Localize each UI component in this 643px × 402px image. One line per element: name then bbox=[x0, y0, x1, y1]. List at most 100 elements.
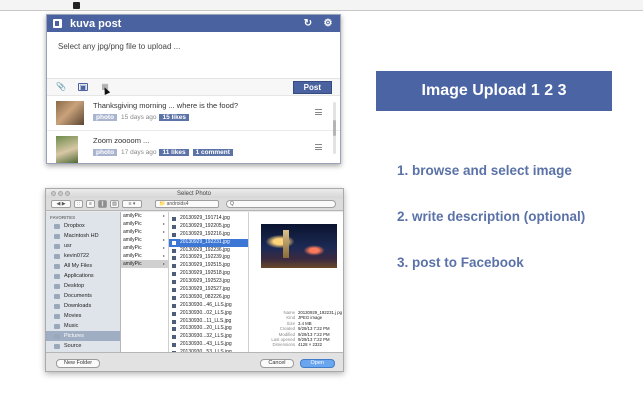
file-name: 20130930...43_LLS.jpg bbox=[180, 341, 232, 348]
folder-entry[interactable]: amilyPic bbox=[121, 244, 168, 252]
sidebar-item[interactable]: Pictures bbox=[46, 331, 120, 341]
details-icon[interactable] bbox=[315, 109, 322, 115]
image-file-icon bbox=[172, 224, 176, 229]
file-name: 20130929_192231.jpg bbox=[180, 238, 230, 245]
coverflow-view-button[interactable]: ▧ bbox=[110, 200, 119, 208]
sidebar-item[interactable]: usr bbox=[46, 241, 120, 251]
kuva-popup: kuva post ↻ ⚙ Select any jpg/png file to… bbox=[46, 14, 341, 164]
file-entry[interactable]: 20130930...11_LLS.jpg bbox=[169, 318, 248, 326]
new-folder-button[interactable]: New Folder bbox=[56, 358, 101, 368]
file-name: 20130929_192239.jpg bbox=[180, 254, 230, 261]
sidebar-item[interactable]: Source bbox=[46, 341, 120, 351]
file-entry[interactable]: 20130929_192239.jpg bbox=[169, 254, 248, 262]
arrange-button[interactable]: ≡ ▾ bbox=[122, 200, 142, 208]
file-name: 20130929_192515.jpg bbox=[180, 262, 230, 269]
details-icon[interactable] bbox=[315, 144, 322, 150]
folder-entry[interactable]: amilyPic bbox=[121, 212, 168, 220]
column-parent: amilyPicamilyPicamilyPicamilyPicamilyPic… bbox=[121, 212, 169, 352]
favorites-header: FAVORITES bbox=[50, 215, 76, 220]
file-column: 20130929_191714.jpg 20130929_192205.jpg 20… bbox=[169, 212, 249, 352]
file-name: 20130929_192216.jpg bbox=[180, 230, 230, 237]
file-entry[interactable]: 20130929_191714.jpg bbox=[169, 215, 248, 223]
column-view-button[interactable]: ∥ bbox=[98, 200, 107, 208]
sidebar-item-label: Music bbox=[64, 323, 79, 329]
sidebar-item[interactable]: Movies bbox=[46, 311, 120, 321]
sidebar-item[interactable]: Desktop bbox=[46, 281, 120, 291]
photo-preview bbox=[261, 224, 337, 268]
file-name: 20130929_192236.jpg bbox=[180, 246, 230, 253]
sidebar-item-label: Applications bbox=[64, 273, 94, 279]
feed-thumbnail bbox=[56, 136, 78, 163]
file-entry[interactable]: 20130930...20_LLS.jpg bbox=[169, 325, 248, 333]
sidebar-item[interactable]: Documents bbox=[46, 291, 120, 301]
post-button[interactable]: Post bbox=[292, 80, 332, 94]
image-file-icon bbox=[172, 256, 176, 261]
file-name: 20130930...46_LLS.jpg bbox=[180, 301, 232, 308]
folder-icon bbox=[54, 343, 60, 349]
popup-header: kuva post ↻ ⚙ bbox=[47, 15, 340, 32]
file-entry[interactable]: 20130930...43_LLS.jpg bbox=[169, 341, 248, 349]
window-controls[interactable] bbox=[51, 191, 70, 196]
refresh-icon[interactable]: ↻ bbox=[302, 18, 314, 30]
image-file-icon bbox=[172, 311, 176, 316]
folder-entry[interactable]: amilyPic bbox=[121, 228, 168, 236]
file-entry[interactable]: 20130929_192205.jpg bbox=[169, 223, 248, 231]
sidebar-item-label: usr bbox=[64, 243, 72, 249]
file-entry[interactable]: 20130930...32_LLS.jpg bbox=[169, 333, 248, 341]
sidebar-item[interactable]: Downloads bbox=[46, 301, 120, 311]
feed-item[interactable]: Zoom zoooom ... photo 17 days ago 11 lik… bbox=[47, 131, 340, 163]
attach-icon[interactable]: 📎 bbox=[55, 82, 67, 92]
folder-icon bbox=[54, 223, 60, 229]
file-entry[interactable]: 20130929_192231.jpg bbox=[169, 238, 248, 247]
file-entry[interactable]: 20130929_192523.jpg bbox=[169, 278, 248, 286]
cancel-button[interactable]: Cancel bbox=[260, 358, 294, 368]
file-entry[interactable]: 20130930...02_LLS.jpg bbox=[169, 310, 248, 318]
sidebar-item[interactable]: Music bbox=[46, 321, 120, 331]
file-entry[interactable]: 20130930...46_LLS.jpg bbox=[169, 302, 248, 310]
description-input[interactable]: Select any jpg/png file to upload ... bbox=[47, 32, 340, 79]
file-entry[interactable]: 20130930_082226.jpg bbox=[169, 294, 248, 302]
search-input[interactable]: Q bbox=[226, 200, 336, 208]
search-icon: Q bbox=[230, 201, 234, 207]
sidebar-item[interactable]: Macintosh HD bbox=[46, 231, 120, 241]
sidebar-item[interactable]: kevin0722 bbox=[46, 251, 120, 261]
sidebar-item-label: Desktop bbox=[64, 283, 85, 289]
gear-icon[interactable]: ⚙ bbox=[322, 18, 334, 30]
folder-entry[interactable]: amilyPic bbox=[121, 252, 168, 260]
info-row: Dimensions 4128 × 2322 bbox=[261, 342, 343, 347]
folder-icon bbox=[54, 273, 60, 279]
kuva-tray-icon[interactable] bbox=[73, 2, 80, 9]
timestamp: 17 days ago bbox=[121, 149, 157, 156]
folder-icon bbox=[54, 233, 60, 239]
image-file-icon bbox=[172, 240, 176, 245]
select-photo-dialog: Select Photo ◀ ▶ ∷ ≡ ∥ ▧ ≡ ▾ 📁 androids4… bbox=[45, 188, 344, 372]
folder-entry[interactable]: amilyPic bbox=[121, 220, 168, 228]
sidebar-item[interactable]: Applications bbox=[46, 271, 120, 281]
photo-upload-icon[interactable]: ▣ bbox=[78, 83, 88, 92]
folder-icon bbox=[54, 303, 60, 309]
folder-entry[interactable]: amilyPic bbox=[121, 236, 168, 244]
folder-icon bbox=[54, 293, 60, 299]
file-entry[interactable]: 20130929_192515.jpg bbox=[169, 262, 248, 270]
image-file-icon bbox=[172, 272, 176, 277]
likes-badge: 15 likes bbox=[159, 114, 189, 121]
icon-view-button[interactable]: ∷ bbox=[74, 200, 83, 208]
sidebar-item-label: All My Files bbox=[64, 263, 93, 269]
location-select[interactable]: 📁 androids4 bbox=[155, 200, 219, 208]
file-entry[interactable]: 20130929_192527.jpg bbox=[169, 286, 248, 294]
back-forward-buttons[interactable]: ◀ ▶ bbox=[51, 200, 71, 208]
file-entry[interactable]: 20130929_192518.jpg bbox=[169, 270, 248, 278]
file-entry[interactable]: 20130929_192236.jpg bbox=[169, 247, 248, 255]
sidebar-item[interactable]: All My Files bbox=[46, 261, 120, 271]
list-view-button[interactable]: ≡ bbox=[86, 200, 95, 208]
file-entry[interactable]: 20130929_192216.jpg bbox=[169, 231, 248, 239]
dialog-titlebar: Select Photo bbox=[46, 189, 343, 198]
dialog-body: FAVORITES Dropbox Macintosh HD usr kevin072… bbox=[46, 212, 343, 352]
folder-entry[interactable]: amilyPic bbox=[121, 260, 168, 268]
sidebar-item[interactable]: Dropbox bbox=[46, 221, 120, 231]
feed-scrollbar[interactable] bbox=[333, 102, 336, 154]
finder-sidebar: FAVORITES Dropbox Macintosh HD usr kevin072… bbox=[46, 212, 121, 352]
image-file-icon bbox=[172, 216, 176, 221]
feed-item[interactable]: Thanksgiving morning ... where is the fo… bbox=[47, 96, 340, 131]
open-button[interactable]: Open bbox=[299, 358, 335, 368]
